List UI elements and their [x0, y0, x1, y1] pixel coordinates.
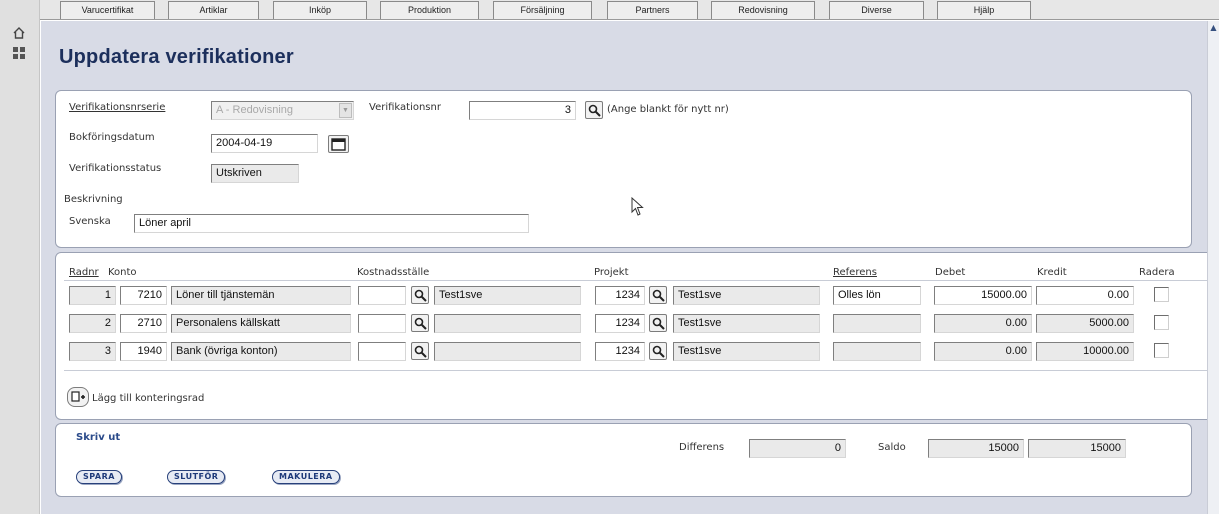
page-title: Uppdatera verifikationer — [59, 46, 294, 68]
search-icon[interactable] — [649, 286, 667, 304]
project-input[interactable]: 1234 — [595, 342, 645, 361]
print-link[interactable]: Skriv ut — [76, 432, 120, 443]
debit-input[interactable]: 0.00 — [934, 314, 1032, 333]
col-header-referens[interactable]: Referens — [833, 267, 877, 278]
date-input[interactable]: 2004-04-19 — [211, 134, 318, 153]
tab-varucertifikat[interactable]: Varucertifikat — [60, 1, 155, 19]
calendar-icon[interactable] — [328, 135, 349, 153]
account-input[interactable]: 2710 — [120, 314, 167, 333]
tab-artiklar[interactable]: Artiklar — [168, 1, 259, 19]
mouse-cursor-icon — [631, 197, 644, 216]
credit-input[interactable]: 5000.00 — [1036, 314, 1134, 333]
col-header-radera[interactable]: Radera — [1139, 267, 1175, 278]
delete-row-checkbox[interactable] — [1154, 287, 1169, 302]
table-bottom-divider — [64, 370, 1208, 371]
search-icon[interactable] — [411, 342, 429, 360]
credit-input[interactable]: 10000.00 — [1036, 342, 1134, 361]
status-label: Verifikationsstatus — [69, 163, 162, 174]
account-name: Personalens källskatt — [171, 314, 351, 333]
date-label: Bokföringsdatum — [69, 132, 155, 143]
language-label: Svenska — [69, 216, 111, 227]
delete-row-checkbox[interactable] — [1154, 343, 1169, 358]
col-header-kostnadsstalle[interactable]: Kostnadsställe — [357, 267, 429, 278]
account-name: Löner till tjänstemän — [171, 286, 351, 305]
search-icon[interactable] — [649, 314, 667, 332]
cost-center-name — [434, 342, 581, 361]
vertical-scrollbar[interactable]: ▲ — [1207, 21, 1219, 514]
differens-value: 0 — [749, 439, 846, 458]
series-value: A - Redovisning — [216, 104, 294, 116]
col-header-konto[interactable]: Konto — [108, 267, 137, 278]
chevron-down-icon: ▼ — [339, 103, 352, 118]
project-input[interactable]: 1234 — [595, 314, 645, 333]
search-icon[interactable] — [411, 314, 429, 332]
scroll-up-icon[interactable]: ▲ — [1208, 21, 1219, 35]
saldo-kredit-value: 15000 — [1028, 439, 1126, 458]
tab-produktion[interactable]: Produktion — [380, 1, 479, 19]
series-select: A - Redovisning ▼ — [211, 101, 354, 120]
main-tab-bar: Varucertifikat Artiklar Inköp Produktion… — [40, 0, 1219, 20]
description-label: Beskrivning — [64, 194, 123, 205]
tab-redovisning[interactable]: Redovisning — [711, 1, 815, 19]
account-name: Bank (övriga konton) — [171, 342, 351, 361]
grid-icon[interactable] — [12, 46, 26, 60]
add-row-link[interactable]: Lägg till konteringsrad — [92, 393, 204, 404]
cost-center-input[interactable] — [358, 286, 406, 305]
reference-input[interactable] — [833, 314, 921, 333]
cost-center-name — [434, 314, 581, 333]
project-input[interactable]: 1234 — [595, 286, 645, 305]
vernr-label: Verifikationsnr — [369, 102, 441, 113]
credit-input[interactable]: 0.00 — [1036, 286, 1134, 305]
saldo-debet-value: 15000 — [928, 439, 1024, 458]
left-toolbar — [0, 0, 40, 514]
footer-panel: Skriv ut Differens 0 Saldo 15000 15000 S… — [55, 423, 1192, 497]
debit-input[interactable]: 15000.00 — [934, 286, 1032, 305]
account-input[interactable]: 7210 — [120, 286, 167, 305]
cost-center-name: Test1sve — [434, 286, 581, 305]
search-icon[interactable] — [585, 101, 603, 119]
reference-input[interactable]: Olles lön — [833, 286, 921, 305]
project-name: Test1sve — [673, 286, 820, 305]
search-icon[interactable] — [649, 342, 667, 360]
row-number: 1 — [69, 286, 116, 305]
home-icon[interactable] — [12, 26, 26, 40]
account-input[interactable]: 1940 — [120, 342, 167, 361]
status-value: Utskriven — [211, 164, 299, 183]
saldo-label: Saldo — [878, 442, 906, 453]
differens-label: Differens — [679, 442, 725, 453]
finish-button[interactable]: SLUTFÖR — [167, 470, 226, 484]
postings-table-panel: Radnr Konto Kostnadsställe Projekt Refer… — [55, 252, 1219, 420]
row-number: 2 — [69, 314, 116, 333]
cancel-voucher-button[interactable]: MAKULERA — [272, 470, 340, 484]
tab-hjalp[interactable]: Hjälp — [937, 1, 1031, 19]
col-header-radnr[interactable]: Radnr — [69, 267, 99, 278]
cost-center-input[interactable] — [358, 342, 406, 361]
tab-inkop[interactable]: Inköp — [273, 1, 367, 19]
description-input[interactable]: Löner april — [134, 214, 529, 233]
tab-diverse[interactable]: Diverse — [829, 1, 924, 19]
cost-center-input[interactable] — [358, 314, 406, 333]
series-label: Verifikationsnrserie — [69, 102, 166, 113]
header-form-panel: Verifikationsnrserie A - Redovisning ▼ V… — [55, 90, 1192, 248]
tab-partners[interactable]: Partners — [607, 1, 698, 19]
project-name: Test1sve — [673, 342, 820, 361]
row-number: 3 — [69, 342, 116, 361]
vernr-hint: (Ange blankt för nytt nr) — [607, 104, 729, 115]
reference-input[interactable] — [833, 342, 921, 361]
project-name: Test1sve — [673, 314, 820, 333]
vernr-input[interactable]: 3 — [469, 101, 576, 120]
save-button[interactable]: SPARA — [76, 470, 122, 484]
search-icon[interactable] — [411, 286, 429, 304]
main-content: Uppdatera verifikationer Verifikationsnr… — [41, 21, 1219, 514]
col-header-projekt[interactable]: Projekt — [594, 267, 629, 278]
add-row-icon[interactable] — [67, 387, 89, 407]
col-header-kredit[interactable]: Kredit — [1037, 267, 1067, 278]
delete-row-checkbox[interactable] — [1154, 315, 1169, 330]
col-header-debet[interactable]: Debet — [935, 267, 965, 278]
debit-input[interactable]: 0.00 — [934, 342, 1032, 361]
tab-forsaljning[interactable]: Försäljning — [493, 1, 592, 19]
header-divider — [64, 280, 1208, 281]
